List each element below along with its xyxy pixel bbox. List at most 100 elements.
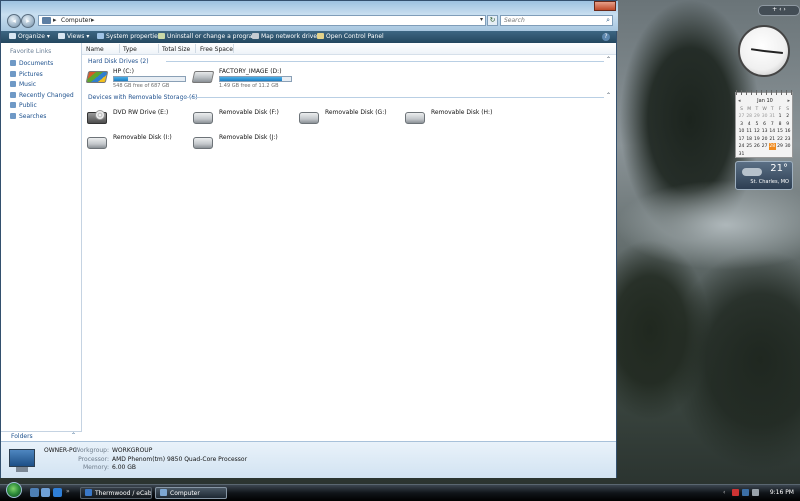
calendar-day[interactable]: 18: [746, 136, 753, 143]
calendar-day[interactable]: 29: [777, 143, 784, 150]
calendar-day[interactable]: 14: [769, 128, 776, 135]
calendar-next-icon[interactable]: ▸: [787, 98, 790, 104]
group-hard-disk-drives[interactable]: Hard Disk Drives (2): [88, 58, 149, 65]
folders-toggle[interactable]: Folders ⌃: [1, 431, 82, 441]
calendar-day[interactable]: 12: [753, 128, 760, 135]
calendar-day[interactable]: 21: [769, 136, 776, 143]
favorite-link[interactable]: Searches: [10, 113, 46, 120]
weather-gadget[interactable]: 21° St. Charles, MO: [735, 161, 793, 190]
toolbar-open-control-panel[interactable]: Open Control Panel: [317, 33, 384, 40]
calendar-day[interactable]: 28: [746, 113, 753, 120]
calendar-day[interactable]: 3: [738, 121, 745, 128]
security-alert-icon[interactable]: [732, 489, 739, 496]
calendar-dow: S: [740, 107, 743, 112]
calendar-day[interactable]: 10: [738, 128, 745, 135]
drive-h[interactable]: Removable Disk (H:): [405, 109, 505, 127]
ie-icon[interactable]: [53, 488, 62, 497]
chevron-up-icon[interactable]: ⌃: [71, 432, 76, 439]
column-name[interactable]: Name: [86, 46, 104, 53]
tray-expand-icon[interactable]: ‹: [723, 489, 730, 496]
network-icon[interactable]: [742, 489, 749, 496]
drive-c[interactable]: HP (C:) 548 GB free of 687 GB: [85, 68, 197, 93]
forward-button[interactable]: ▸: [21, 14, 35, 28]
calendar-day[interactable]: 4: [746, 121, 753, 128]
drive-d[interactable]: FACTORY_IMAGE (D:) 1.49 GB free of 11.2 …: [191, 68, 303, 93]
map-network-drive-icon: [252, 33, 259, 39]
favorite-link[interactable]: Pictures: [10, 70, 43, 78]
collapse-icon[interactable]: ⌃: [606, 92, 611, 99]
breadcrumb-computer[interactable]: Computer: [61, 17, 91, 24]
removable-disk-icon: [87, 137, 107, 149]
search-box[interactable]: Search ⌕: [500, 15, 613, 26]
calendar-day[interactable]: 20: [761, 136, 768, 143]
drive-f[interactable]: Removable Disk (F:): [193, 109, 293, 127]
taskbar-button[interactable]: Computer: [155, 487, 227, 499]
drive-i[interactable]: Removable Disk (I:): [87, 134, 187, 152]
column-total-size[interactable]: Total Size: [162, 46, 190, 53]
column-free-space[interactable]: Free Space: [200, 46, 233, 53]
calendar-day[interactable]: 26: [753, 143, 760, 150]
calendar-day[interactable]: 5: [753, 121, 760, 128]
help-button[interactable]: ?: [602, 33, 610, 41]
switch-windows-icon[interactable]: [41, 488, 50, 497]
calendar-day[interactable]: 28: [768, 143, 776, 150]
favorite-link[interactable]: Public: [10, 102, 37, 109]
refresh-button[interactable]: ↻: [487, 15, 498, 26]
calendar-day[interactable]: 23: [784, 136, 791, 143]
calendar-day[interactable]: 27: [761, 143, 768, 150]
calendar-day[interactable]: 6: [761, 121, 768, 128]
calendar-day[interactable]: 8: [777, 121, 784, 128]
address-bar[interactable]: ▸ Computer ▸ ▾: [38, 15, 486, 26]
calendar-day[interactable]: 9: [784, 121, 791, 128]
calendar-day[interactable]: 13: [761, 128, 768, 135]
calendar-day[interactable]: 1: [777, 113, 784, 120]
calendar-day[interactable]: 22: [777, 136, 784, 143]
calendar-day[interactable]: 16: [784, 128, 791, 135]
toolbar-organize[interactable]: Organize ▾: [9, 33, 50, 40]
calendar-gadget[interactable]: ◂ Jan 10 ▸ S M T W T F S 27 28 29 30 31 1 2 3 4 5 6 7 8 9 10 1…: [735, 90, 794, 158]
toolbar-map-network-drive[interactable]: Map network drive: [252, 33, 317, 40]
breadcrumb-arrow-icon[interactable]: ▸: [53, 16, 57, 24]
close-button[interactable]: [594, 1, 616, 11]
favorite-link[interactable]: Recently Changed: [10, 91, 74, 99]
collapse-icon[interactable]: ⌃: [606, 56, 611, 63]
toolbar-system-properties[interactable]: System properties: [97, 33, 161, 40]
quicklaunch-chevron-icon[interactable]: »: [66, 488, 75, 497]
calendar-day[interactable]: 17: [738, 136, 745, 143]
start-button[interactable]: [6, 482, 22, 498]
clock-gadget[interactable]: [738, 25, 790, 77]
calendar-day[interactable]: 29: [753, 113, 760, 120]
calendar-day[interactable]: 25: [746, 143, 753, 150]
back-button[interactable]: ◂: [7, 14, 21, 28]
search-input[interactable]: Search: [504, 17, 525, 24]
toolbar-uninstall-or-change-a-program[interactable]: Uninstall or change a program: [158, 33, 258, 40]
processor-label: Processor:: [78, 456, 109, 463]
calendar-day[interactable]: 24: [738, 143, 745, 150]
drive-j[interactable]: Removable Disk (J:): [193, 134, 293, 152]
calendar-day[interactable]: 15: [777, 128, 784, 135]
volume-icon[interactable]: [752, 489, 759, 496]
show-desktop-icon[interactable]: [30, 488, 39, 497]
toolbar-views[interactable]: Views ▾: [58, 33, 89, 40]
column-type[interactable]: Type: [123, 46, 137, 53]
calendar-day[interactable]: 31: [738, 151, 745, 158]
calendar-day[interactable]: 7: [769, 121, 776, 128]
taskbar-button[interactable]: Thermwood / eCabi...: [80, 487, 152, 499]
calendar-day[interactable]: 19: [753, 136, 760, 143]
drive-g[interactable]: Removable Disk (G:): [299, 109, 399, 127]
breadcrumb-arrow-icon[interactable]: ▸: [91, 16, 95, 24]
search-icon[interactable]: ⌕: [606, 16, 610, 25]
taskbar-clock[interactable]: 9:16 PM: [770, 489, 794, 496]
calendar-day[interactable]: 31: [769, 113, 776, 120]
calendar-day[interactable]: 30: [784, 143, 791, 150]
drive-e[interactable]: DVD RW Drive (E:): [87, 109, 187, 127]
calendar-day[interactable]: 30: [761, 113, 768, 120]
calendar-day[interactable]: 11: [746, 128, 753, 135]
favorite-link[interactable]: Documents: [10, 60, 53, 67]
favorite-link[interactable]: Music: [10, 81, 36, 88]
calendar-day[interactable]: 2: [784, 113, 791, 120]
sidebar-controls[interactable]: + ‹ ›: [758, 5, 800, 16]
calendar-day[interactable]: 27: [738, 113, 745, 120]
address-dropdown-icon[interactable]: ▾: [480, 16, 483, 23]
removable-disk-icon: [193, 137, 213, 149]
